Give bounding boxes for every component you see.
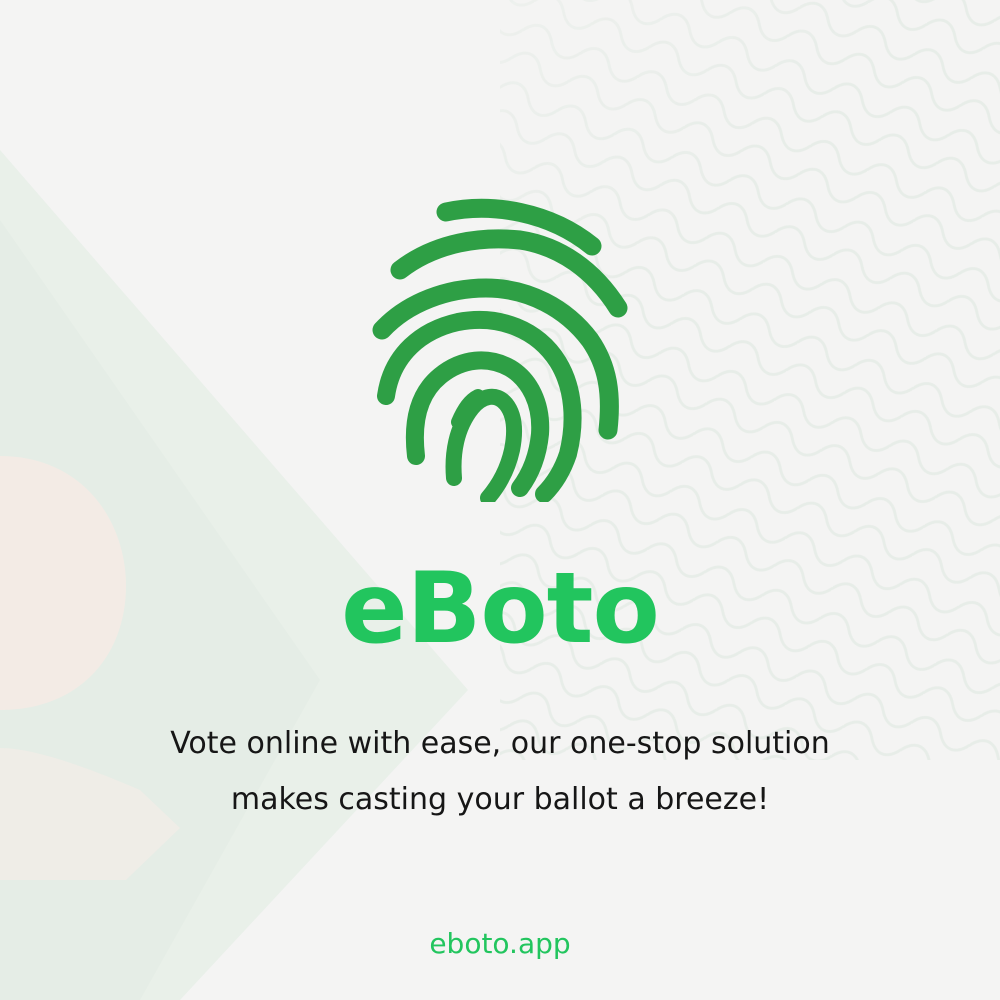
website-url: eboto.app: [429, 927, 571, 960]
tagline-line-2: makes casting your ballot a breeze!: [230, 782, 770, 817]
promo-card: eBoto Vote online with ease, our one-sto…: [0, 0, 1000, 1000]
tagline: Vote online with ease, our one-stop solu…: [90, 716, 910, 828]
fingerprint-icon: [372, 198, 628, 506]
brand-logo: [360, 198, 630, 506]
tagline-line-1: Vote online with ease, our one-stop solu…: [170, 726, 830, 761]
hero-content: eBoto Vote online with ease, our one-sto…: [0, 0, 1000, 1000]
brand-name: eBoto: [341, 552, 660, 666]
